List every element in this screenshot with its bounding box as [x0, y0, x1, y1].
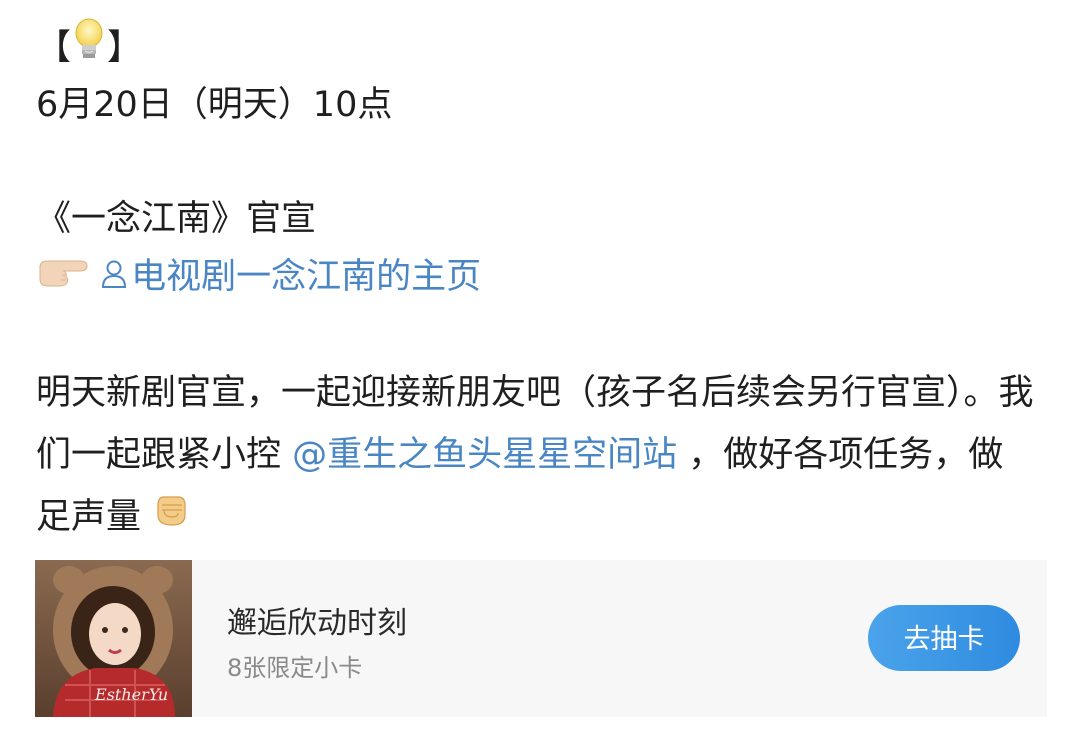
draw-card-button[interactable]: 去抽卡 — [868, 605, 1020, 671]
card-thumbnail: EstherYu — [35, 560, 192, 717]
card-subtitle: 8张限定小卡 — [227, 654, 363, 682]
thumbnail-signature: EstherYu — [94, 685, 168, 704]
user-outline-icon — [101, 249, 127, 307]
bracket-close: 】 — [107, 28, 143, 68]
mention-link[interactable]: @重生之鱼头星星空间站 — [292, 435, 677, 475]
card-draw-card[interactable]: EstherYu 邂逅欣动时刻 8张限定小卡 去抽卡 — [35, 560, 1047, 717]
homepage-line: 电视剧一念江南的主页 — [36, 248, 1046, 306]
bracket-open: 【 — [36, 28, 72, 68]
datetime-line: 6月20日（明天）10点 — [36, 85, 393, 125]
weibo-post: 【 】 6月20日（明天）10点 《一念江南》官宣 电视剧一念江南的主页 明天新… — [36, 18, 1046, 549]
header-line: 【 】 — [36, 18, 1046, 76]
card-title: 邂逅欣动时刻 — [227, 606, 407, 641]
lightbulb-icon — [71, 18, 107, 80]
homepage-link-label: 电视剧一念江南的主页 — [131, 257, 482, 297]
post-body: 明天新剧官宣，一起迎接新朋友吧（孩子名后续会另行官宣）。我们一起跟紧小控 @重生… — [36, 362, 1036, 549]
show-title: 《一念江南》官宣 — [36, 199, 317, 239]
pointing-right-icon — [36, 249, 90, 307]
raised-fist-icon — [152, 487, 190, 549]
homepage-link[interactable]: 电视剧一念江南的主页 — [101, 257, 481, 297]
